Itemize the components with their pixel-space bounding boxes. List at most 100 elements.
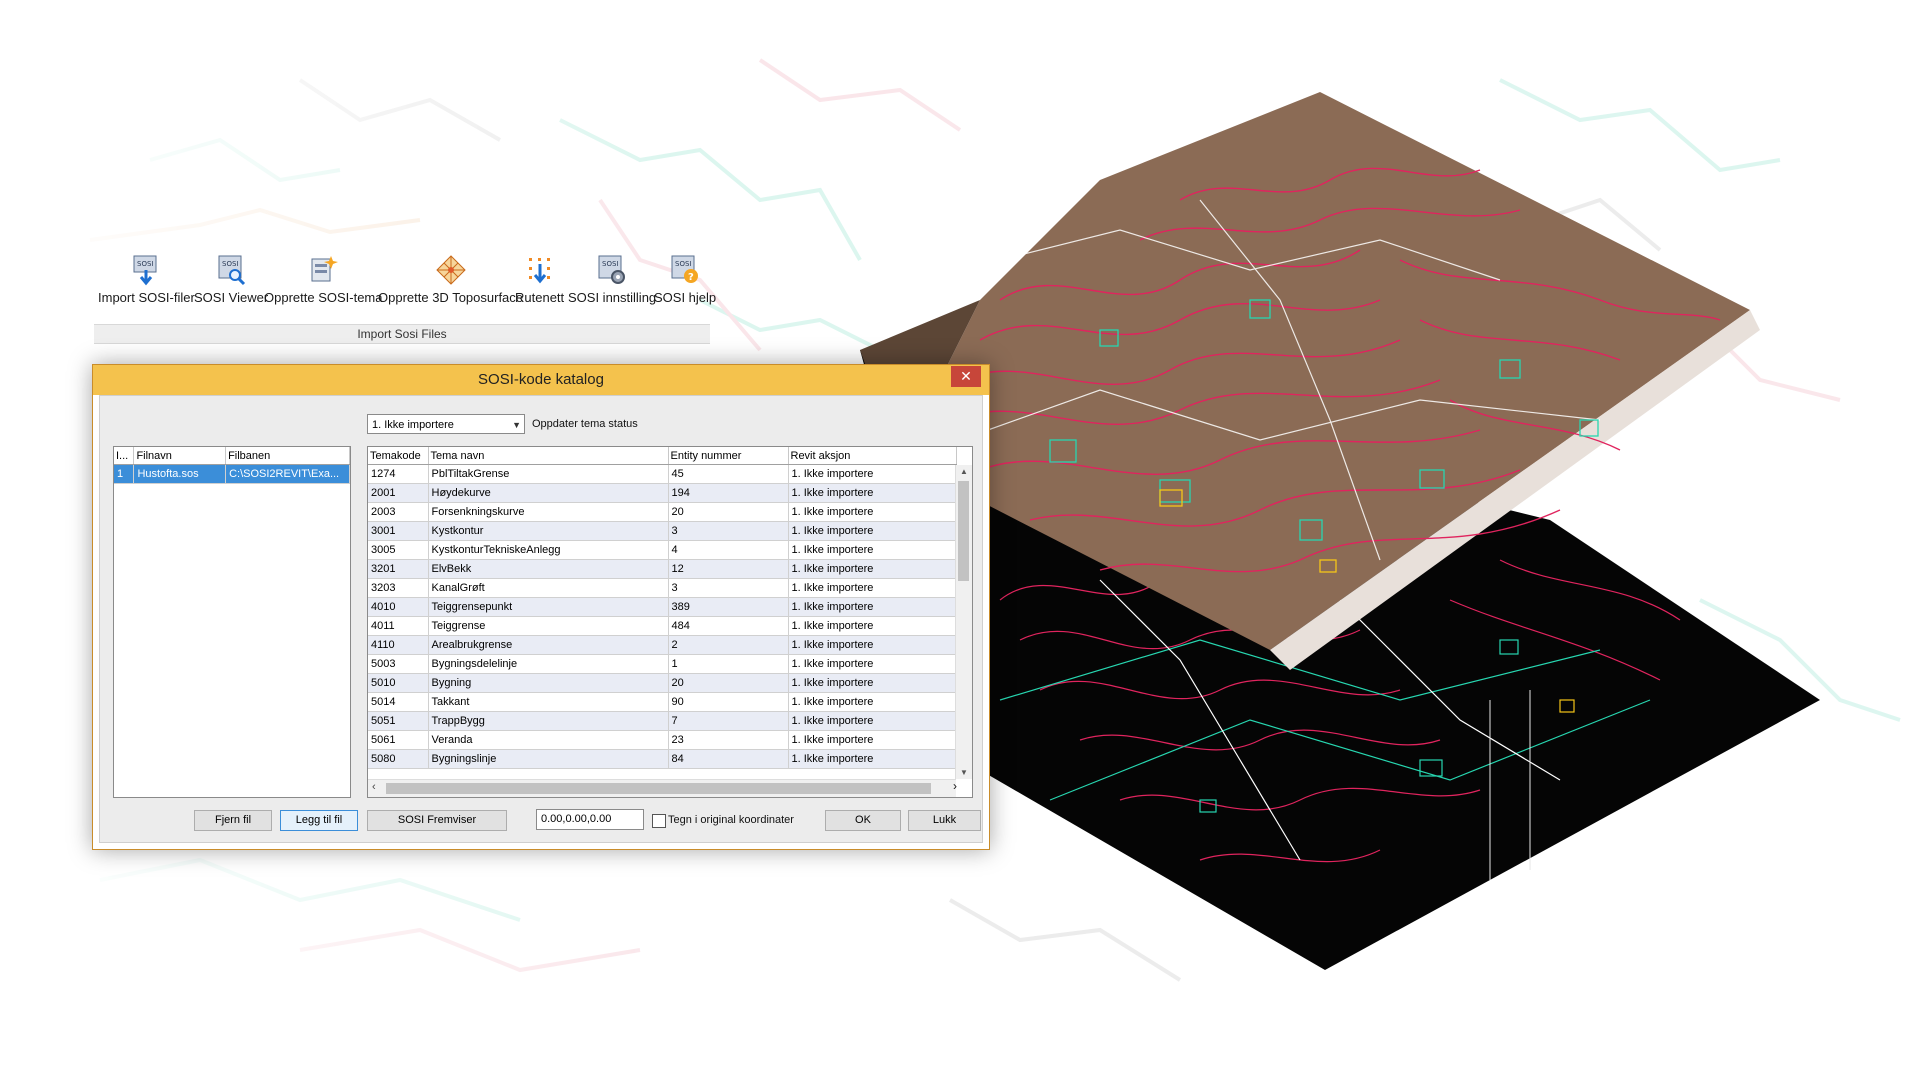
tema-navn-cell: Arealbrukgrense [428,635,669,655]
entity-nummer-cell: 23 [668,730,789,750]
table-row[interactable]: 4011 Teiggrense 484 1. Ikke importere [368,616,957,636]
file-list-header: I... Filnavn Filbanen [114,447,350,465]
toposurface-label: Opprette 3D Toposurface [378,290,524,305]
table-row[interactable]: 4010 Teiggrensepunkt 389 1. Ikke importere [368,597,957,617]
table-row[interactable]: 5003 Bygningsdelelinje 1 1. Ikke importere [368,654,957,674]
svg-text:SOSI: SOSI [602,260,618,268]
revit-aksjon-cell: 1. Ikke importere [788,597,957,617]
update-status-label: Oppdater tema status [532,418,638,430]
svg-text:SOSI: SOSI [222,260,238,268]
sosi-settings-label: SOSI innstilling [568,290,657,305]
coordinates-input[interactable]: 0.00,0.00,0.00 [536,809,644,830]
remove-file-button[interactable]: Fjern fil [194,810,272,831]
table-row[interactable]: 1274 PblTiltakGrense 45 1. Ikke importere [368,464,957,484]
entity-nummer-cell: 4 [668,540,789,560]
theme-table[interactable]: Temakode Tema navn Entity nummer Revit a… [367,446,973,798]
sosi-code-catalog-dialog: SOSI-kode katalog ✕ 1. Ikke importere ▼ … [92,364,990,850]
import-sosi-icon: SOSI [133,255,157,286]
toposurface-button[interactable]: Opprette 3D Toposurface [378,250,523,312]
tema-navn-cell: Teiggrensepunkt [428,597,669,617]
table-row[interactable]: 2003 Forsenkningskurve 20 1. Ikke importere [368,502,957,522]
tema-navn-cell: Bygningslinje [428,749,669,769]
vscroll-thumb[interactable] [958,481,969,581]
theme-table-vscroll[interactable]: ▲ ▼ [955,465,972,779]
entity-nummer-cell: 2 [668,635,789,655]
sosi-help-button[interactable]: SOSI ? SOSI hjelp [654,250,716,312]
table-row[interactable]: 2001 Høydekurve 194 1. Ikke importere [368,483,957,503]
revit-aksjon-cell: 1. Ikke importere [788,559,957,579]
table-row[interactable]: 3201 ElvBekk 12 1. Ikke importere [368,559,957,579]
revit-aksjon-cell: 1. Ikke importere [788,730,957,750]
close-dialog-button[interactable]: Lukk [908,810,981,831]
revit-aksjon-cell: 1. Ikke importere [788,654,957,674]
add-file-button[interactable]: Legg til fil [280,810,358,831]
grid-button[interactable]: Rutenett [515,250,564,312]
grid-label: Rutenett [515,290,565,305]
table-row[interactable]: 3001 Kystkontur 3 1. Ikke importere [368,521,957,541]
entity-nummer-cell: 484 [668,616,789,636]
scroll-down-icon[interactable]: ▼ [956,768,972,777]
entity-nummer-cell: 1 [668,654,789,674]
col-tema-navn[interactable]: Tema navn [428,447,669,465]
revit-aksjon-cell: 1. Ikke importere [788,502,957,522]
svg-text:SOSI: SOSI [675,260,691,268]
original-coords-checkbox[interactable] [652,814,666,828]
table-row[interactable]: 5080 Bygningslinje 84 1. Ikke importere [368,749,957,769]
revit-aksjon-cell: 1. Ikke importere [788,673,957,693]
tema-navn-cell: ElvBekk [428,559,669,579]
col-temakode[interactable]: Temakode [368,447,429,465]
revit-aksjon-cell: 1. Ikke importere [788,635,957,655]
temakode-cell: 3203 [368,578,429,598]
tema-navn-cell: Forsenkningskurve [428,502,669,522]
sosi-settings-button[interactable]: SOSI SOSI innstilling [568,250,656,312]
dialog-body: 1. Ikke importere ▼ Oppdater tema status… [99,395,983,843]
toposurface-icon [435,255,466,285]
col-entity-nummer[interactable]: Entity nummer [668,447,789,465]
temakode-cell: 2003 [368,502,429,522]
revit-aksjon-cell: 1. Ikke importere [788,464,957,484]
table-row[interactable]: 5014 Takkant 90 1. Ikke importere [368,692,957,712]
temakode-cell: 5061 [368,730,429,750]
scroll-left-icon[interactable]: ‹ [372,781,376,793]
grid-icon [528,258,550,284]
status-combobox[interactable]: 1. Ikke importere ▼ [367,414,525,434]
chevron-down-icon: ▼ [512,420,521,430]
scroll-up-icon[interactable]: ▲ [956,467,972,476]
sosi-help-label: SOSI hjelp [654,290,717,305]
theme-table-hscroll[interactable]: ‹ [368,779,956,797]
col-filepath[interactable]: Filbanen [225,447,350,465]
dialog-titlebar[interactable]: SOSI-kode katalog ✕ [93,365,989,395]
hscroll-thumb[interactable] [386,783,931,794]
file-row[interactable]: 1 Hustofta.sos C:\SOSI2REVIT\Exa... [114,464,350,484]
col-filename[interactable]: Filnavn [133,447,227,465]
create-theme-button[interactable]: Opprette SOSI-tema [264,250,383,312]
entity-nummer-cell: 194 [668,483,789,503]
entity-nummer-cell: 45 [668,464,789,484]
table-row[interactable]: 3005 KystkonturTekniskeAnlegg 4 1. Ikke imp… [368,540,957,560]
temakode-cell: 4110 [368,635,429,655]
temakode-cell: 5014 [368,692,429,712]
file-list[interactable]: I... Filnavn Filbanen 1 Hustofta.sos C:\… [113,446,351,798]
tema-navn-cell: Bygningsdelelinje [428,654,669,674]
sosi-viewer-dialog-button[interactable]: SOSI Fremviser [367,810,507,831]
tema-navn-cell: Takkant [428,692,669,712]
close-icon[interactable]: ✕ [951,366,981,387]
col-revit-aksjon[interactable]: Revit aksjon [788,447,957,465]
status-combobox-value: 1. Ikke importere [372,419,454,431]
entity-nummer-cell: 90 [668,692,789,712]
sosi-viewer-button[interactable]: SOSI SOSI Viewer [194,250,268,312]
temakode-cell: 1274 [368,464,429,484]
table-row[interactable]: 5051 TrappBygg 7 1. Ikke importere [368,711,957,731]
temakode-cell: 5051 [368,711,429,731]
table-row[interactable]: 3203 KanalGrøft 3 1. Ikke importere [368,578,957,598]
import-sosi-button[interactable]: SOSI Import SOSI-filer [98,250,195,312]
col-index[interactable]: I... [114,447,135,465]
svg-text:?: ? [688,272,694,283]
ok-button[interactable]: OK [825,810,901,831]
temakode-cell: 5003 [368,654,429,674]
table-row[interactable]: 5061 Veranda 23 1. Ikke importere [368,730,957,750]
tema-navn-cell: Kystkontur [428,521,669,541]
table-row[interactable]: 4110 Arealbrukgrense 2 1. Ikke importere [368,635,957,655]
table-row[interactable]: 5010 Bygning 20 1. Ikke importere [368,673,957,693]
scroll-right-icon[interactable]: › [953,779,957,793]
